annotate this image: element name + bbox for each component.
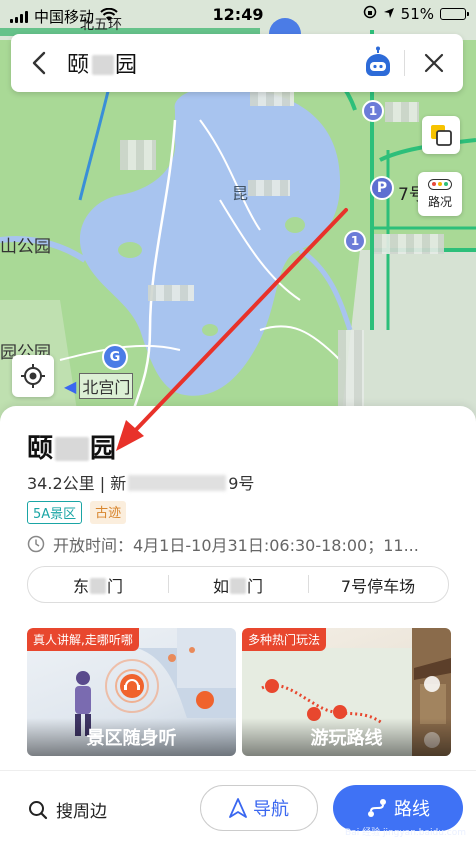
gate-east-suffix: 门 xyxy=(107,576,124,596)
distance-address: 34.2公里 | 新 9号 xyxy=(27,470,254,494)
gate-east-prefix: 东 xyxy=(72,576,89,596)
gate-selector[interactable]: 东门 如门 7号停车场 xyxy=(27,566,449,603)
opening-hours[interactable]: 开放时间：4月1日-10月31日:06:30-18:00；11... xyxy=(27,532,437,556)
orientation-lock-icon xyxy=(363,5,377,23)
location-icon xyxy=(383,5,395,23)
navigation-arrow-icon xyxy=(229,798,247,818)
robot-assistant-icon xyxy=(366,46,390,76)
lake-label: 昆 xyxy=(232,184,249,203)
place-name-prefix: 颐 xyxy=(27,434,55,464)
locate-crosshair-icon xyxy=(21,364,45,388)
card-badge: 真人讲解,走哪听哪 xyxy=(27,628,139,651)
place-name-suffix: 园 xyxy=(90,434,118,464)
mosaic-blur xyxy=(92,55,115,75)
blurred-map-label xyxy=(250,92,294,106)
locate-button[interactable] xyxy=(12,355,54,397)
voice-assistant-button[interactable] xyxy=(352,34,404,92)
address-suffix: 9号 xyxy=(228,474,255,493)
mosaic-blur xyxy=(90,577,106,594)
battery-icon xyxy=(440,8,469,20)
layers-icon xyxy=(431,125,452,146)
search-bar[interactable]: 颐园 xyxy=(11,34,463,92)
search-icon xyxy=(29,800,48,819)
clear-button[interactable] xyxy=(405,34,463,92)
poi-marker-1[interactable]: 1 xyxy=(362,100,384,122)
chevron-left-icon xyxy=(32,51,46,75)
layers-button[interactable] xyxy=(422,116,460,154)
blurred-map-label xyxy=(385,102,419,122)
card-title: 景区随身听 xyxy=(27,718,236,756)
watermark: Bai 经验 jingyan.baidu.com xyxy=(345,828,466,838)
status-right: 51% xyxy=(363,5,469,23)
gate-ruyi-prefix: 如 xyxy=(212,576,229,596)
audio-guide-card[interactable]: 真人讲解,走哪听哪 景区随身听 xyxy=(27,628,236,756)
mosaic-blur xyxy=(230,577,246,594)
card-badge: 多种热门玩法 xyxy=(242,628,327,651)
status-bar: 中国移动 12:49 51% xyxy=(0,0,476,30)
gate-parking-label: 7号停车场 xyxy=(340,576,416,596)
park-label-left: 山公园 xyxy=(0,237,51,257)
gate-ruyi[interactable]: 如门 xyxy=(168,573,308,597)
place-name: 颐园 xyxy=(27,428,117,465)
search-query-suffix: 园 xyxy=(115,53,140,78)
blurred-map-label xyxy=(120,140,156,170)
route-icon xyxy=(368,799,386,817)
feature-cards: 真人讲解,走哪听哪 景区随身听 多种热门玩法 游玩路线 xyxy=(27,628,451,756)
tag-historic: 古迹 xyxy=(90,501,127,524)
search-query-prefix: 颐 xyxy=(67,53,92,78)
opening-hours-text: 开放时间：4月1日-10月31日:06:30-18:00；11... xyxy=(53,536,419,555)
navigate-label: 导航 xyxy=(253,799,289,820)
parking-marker[interactable]: P xyxy=(370,176,394,200)
close-icon xyxy=(424,53,444,73)
mosaic-blur xyxy=(128,475,227,491)
route-label: 路线 xyxy=(394,799,430,820)
navigate-button[interactable]: 导航 xyxy=(200,785,318,831)
navigation-pointer-icon: ◀ xyxy=(64,376,77,396)
traffic-label: 路况 xyxy=(427,194,452,209)
traffic-button[interactable]: 路况 xyxy=(418,172,462,216)
gate-parking-7[interactable]: 7号停车场 xyxy=(308,573,448,597)
station-label-text: 北宫门 xyxy=(79,373,134,399)
clock-icon xyxy=(27,535,45,553)
back-button[interactable] xyxy=(11,34,67,92)
distance-text: 34.2公里 | 新 xyxy=(27,474,127,493)
tag-5a-scenic: 5A景区 xyxy=(27,501,83,524)
bottom-action-bar: 搜周边 导航 路线 Bai 经验 jingyan.baidu.com xyxy=(0,770,476,842)
tag-list: 5A景区 古迹 xyxy=(27,501,127,524)
station-label: ◀ 北宫门 xyxy=(64,373,134,399)
blurred-map-label xyxy=(248,180,290,196)
traffic-light-icon xyxy=(428,178,452,190)
tour-route-card[interactable]: 多种热门玩法 游玩路线 xyxy=(242,628,451,756)
mosaic-blur xyxy=(55,437,90,461)
gate-east[interactable]: 东门 xyxy=(28,573,168,597)
poi-marker-2[interactable]: 1 xyxy=(344,230,366,252)
blurred-map-label xyxy=(338,330,364,410)
battery-text: 51% xyxy=(400,5,434,23)
blurred-map-label xyxy=(148,285,194,301)
gate-ruyi-suffix: 门 xyxy=(247,576,264,596)
blurred-map-label xyxy=(374,234,444,254)
bus-station-icon[interactable]: G xyxy=(102,344,128,370)
search-nearby-button[interactable]: 搜周边 xyxy=(28,797,107,822)
search-query[interactable]: 颐园 xyxy=(67,47,352,79)
search-nearby-label: 搜周边 xyxy=(56,802,107,822)
card-title: 游玩路线 xyxy=(242,718,451,756)
